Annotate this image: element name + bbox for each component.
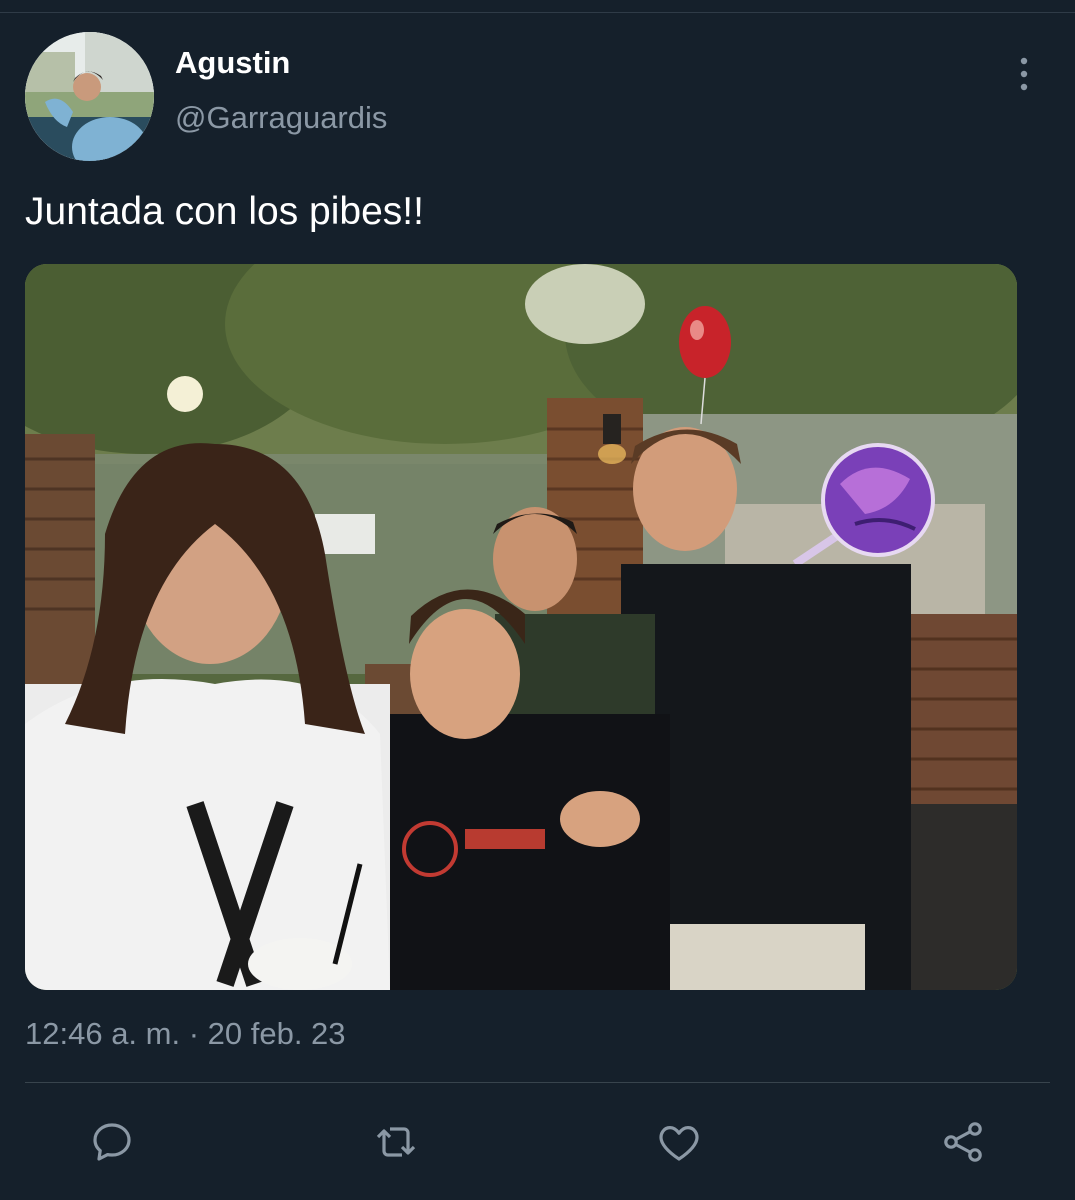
more-options-button[interactable]: [1012, 56, 1036, 92]
tweet-photo[interactable]: [25, 264, 1017, 990]
like-button[interactable]: [647, 1110, 711, 1174]
retweet-icon: [376, 1127, 416, 1157]
avatar[interactable]: [25, 32, 154, 161]
user-handle[interactable]: @Garraguardis: [175, 100, 387, 136]
heart-icon: [659, 1126, 699, 1161]
avatar-photo: [25, 32, 154, 161]
share-button[interactable]: [931, 1110, 995, 1174]
reply-button[interactable]: [80, 1110, 144, 1174]
tweet-header: Agustin @Garraguardis: [25, 32, 1050, 162]
actions-divider: [25, 1082, 1050, 1083]
tweet-text: Juntada con los pibes!!: [25, 190, 424, 233]
display-name[interactable]: Agustin: [175, 45, 290, 81]
tweet-timestamp[interactable]: 12:46 a. m. · 20 feb. 23: [25, 1016, 346, 1052]
tweet-actions-bar: [0, 1110, 1075, 1174]
top-divider: [0, 12, 1075, 13]
reply-icon: [93, 1123, 131, 1161]
retweet-button[interactable]: [364, 1110, 428, 1174]
group-selfie-image: [25, 264, 1017, 990]
share-icon: [944, 1122, 982, 1162]
more-vertical-icon: [1020, 57, 1028, 91]
